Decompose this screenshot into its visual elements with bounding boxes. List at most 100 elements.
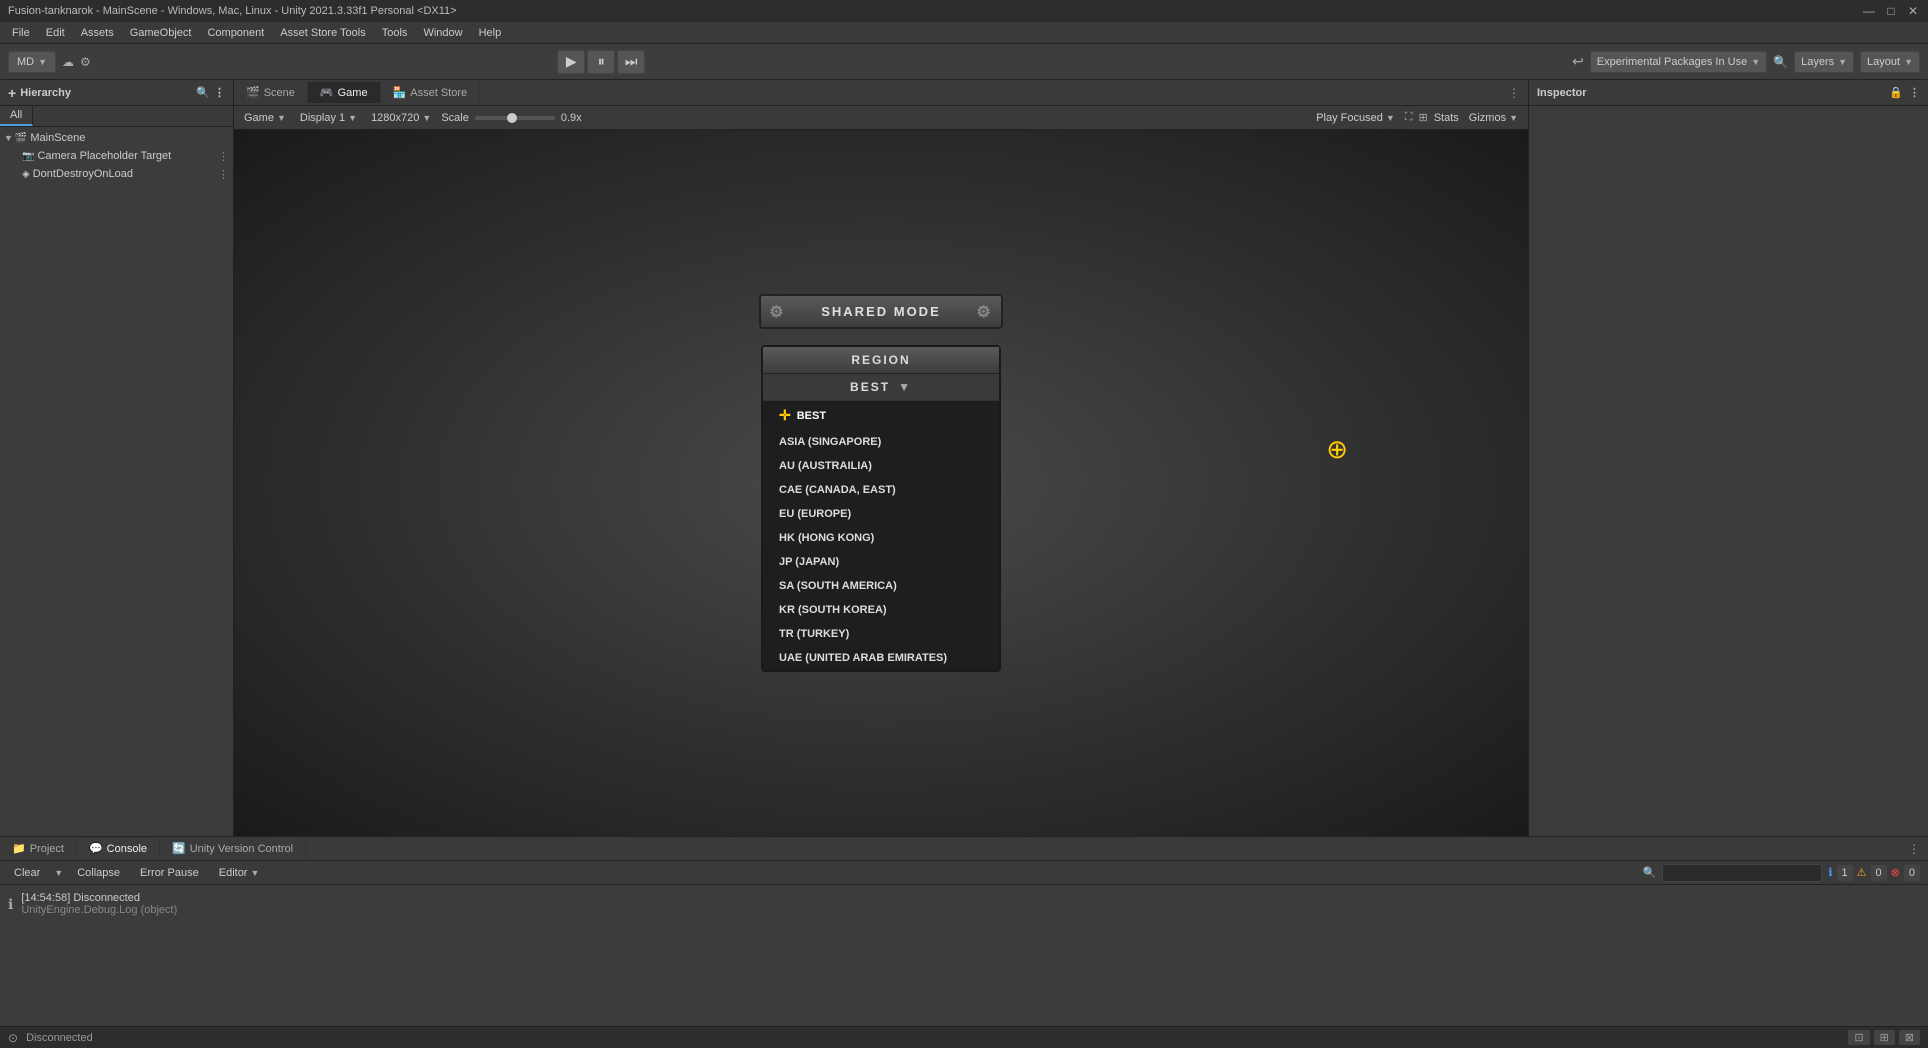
cloud-icon[interactable]: ☁ [62,55,74,69]
layers-label: Layers [1801,56,1834,68]
scale-slider-thumb[interactable] [507,113,517,123]
region-item-tr[interactable]: TR (TURKEY) [763,622,999,646]
menu-assetstore-tools[interactable]: Asset Store Tools [272,25,373,41]
region-item-cae[interactable]: CAE (CANADA, EAST) [763,478,999,502]
menu-edit[interactable]: Edit [38,25,73,41]
editor-label: Editor [219,867,248,879]
layers-arrow: ▼ [1838,57,1847,67]
error-count: 0 [1904,865,1920,881]
status-button-2[interactable]: ⊞ [1874,1030,1895,1045]
inspector-lock-icon[interactable]: 🔒 [1889,86,1903,99]
menu-gameobject[interactable]: GameObject [122,25,200,41]
scale-slider-track[interactable] [475,116,555,120]
tab-project[interactable]: 📁 Project [0,839,77,858]
hierarchy-header: + Hierarchy 🔍 ⋮ [0,80,233,106]
error-icon: ⊗ [1891,866,1900,879]
clear-dropdown-arrow[interactable]: ▼ [54,868,63,878]
view-tabs-more[interactable]: ⋮ [1500,82,1528,104]
hierarchy-item[interactable]: ◈ DontDestroyOnLoad ⋮ [16,165,233,183]
layout-dropdown[interactable]: Layout ▼ [1860,51,1920,73]
menu-window[interactable]: Window [415,25,470,41]
region-item-label: AU (AUSTRAILIA) [779,460,872,472]
menu-tools[interactable]: Tools [374,25,416,41]
display-selector[interactable]: Display 1 ▼ [296,111,361,125]
tab-version-control[interactable]: 🔄 Unity Version Control [160,839,306,858]
menu-help[interactable]: Help [471,25,510,41]
editor-button[interactable]: Editor ▼ [213,866,266,880]
inspector-more-icon[interactable]: ⋮ [1909,86,1920,99]
pause-button[interactable]: ⏸ [587,50,615,74]
display-label: Display 1 [300,112,345,124]
step-button[interactable]: ⏭ [617,50,645,74]
error-pause-button[interactable]: Error Pause [134,866,205,880]
region-item-best[interactable]: ✛ BEST [763,401,999,430]
menu-file[interactable]: File [4,25,38,41]
region-item-label: UAE (UNITED ARAB EMIRATES) [779,652,947,664]
hierarchy-content: ▼ 🎬 MainScene 📷 Camera Placeholder Targe… [0,127,233,836]
collapse-button[interactable]: Collapse [71,866,126,880]
region-item-asia[interactable]: ASIA (SINGAPORE) [763,430,999,454]
game-text: Game [244,112,274,124]
region-selected[interactable]: BEST ▼ [763,374,999,400]
region-item-sa[interactable]: SA (SOUTH AMERICA) [763,574,999,598]
close-button[interactable]: ✕ [1906,4,1920,18]
status-button-1[interactable]: ⊡ [1848,1030,1869,1045]
add-icon[interactable]: + [8,85,16,101]
resolution-selector[interactable]: 1280x720 ▼ [367,111,435,125]
menu-assets[interactable]: Assets [73,25,122,41]
title-text: Fusion-tanknarok - MainScene - Windows, … [8,5,457,17]
search-icon[interactable]: 🔍 [1773,55,1788,69]
editor-arrow: ▼ [251,868,260,878]
region-item-label: HK (HONG KONG) [779,532,874,544]
layers-dropdown[interactable]: Layers ▼ [1794,51,1854,73]
clear-button[interactable]: Clear [8,866,46,880]
hierarchy-item-label: Camera Placeholder Target [37,150,171,162]
scene-tab-icon: 🎬 [246,87,260,99]
hierarchy-tab-all[interactable]: All [0,106,33,126]
menu-bar: File Edit Assets GameObject Component As… [0,22,1928,44]
item-more-icon[interactable]: ⋮ [218,150,229,163]
packages-dropdown[interactable]: Experimental Packages In Use ▼ [1590,51,1767,73]
maximize-button[interactable]: □ [1884,4,1898,18]
settings-icon[interactable]: ⚙ [80,55,91,69]
game-area: 🎬Scene 🎮Game 🏪Asset Store ⋮ Game ▼ Displ… [234,80,1528,836]
layout-label: Layout [1867,56,1900,68]
undo-icon[interactable]: ↩ [1572,53,1584,70]
scale-value: 0.9x [561,112,582,124]
region-item-uae[interactable]: UAE (UNITED ARAB EMIRATES) [763,646,999,670]
menu-component[interactable]: Component [199,25,272,41]
scale-control: Scale 0.9x [441,112,581,124]
tab-console[interactable]: 💬 Console [77,839,160,858]
region-item-hk[interactable]: HK (HONG KONG) [763,526,999,550]
gizmos-button[interactable]: Gizmos ▼ [1465,111,1522,125]
console-toolbar: Clear ▼ Collapse Error Pause Editor ▼ 🔍 … [0,861,1928,885]
hierarchy-item[interactable]: ▼ 🎬 MainScene [0,129,233,147]
tab-game[interactable]: 🎮Game [308,82,381,103]
inspector-title: Inspector [1537,87,1587,99]
status-button-3[interactable]: ⊠ [1899,1030,1920,1045]
hierarchy-item[interactable]: 📷 Camera Placeholder Target ⋮ [16,147,233,165]
region-item-au[interactable]: AU (AUSTRAILIA) [763,454,999,478]
region-item-jp[interactable]: JP (JAPAN) [763,550,999,574]
console-search-input[interactable] [1662,864,1822,882]
region-item-kr[interactable]: KR (SOUTH KOREA) [763,598,999,622]
stats-label[interactable]: Stats [1434,112,1459,124]
hierarchy-more-icon[interactable]: ⋮ [214,86,225,99]
profile-button[interactable]: MD ▼ [8,51,56,73]
bottom-tabs-more[interactable]: ⋮ [1900,839,1928,859]
tab-scene[interactable]: 🎬Scene [234,82,308,103]
resolution-label: 1280x720 [371,112,419,124]
play-focused-button[interactable]: Play Focused ▼ [1312,111,1399,125]
minimize-button[interactable]: — [1862,4,1876,18]
gameobject-icon: ◈ [22,169,30,180]
shared-mode-button[interactable]: SHARED MODE [759,294,1003,329]
region-item-eu[interactable]: EU (EUROPE) [763,502,999,526]
aspect-icon[interactable]: ⊞ [1419,111,1428,124]
play-button[interactable]: ▶ [557,50,585,74]
fullscreen-icon[interactable]: ⛶ [1405,111,1413,124]
hierarchy-search-icon[interactable]: 🔍 [196,86,210,99]
item-more-icon[interactable]: ⋮ [218,168,229,181]
tab-assetstore[interactable]: 🏪Asset Store [381,82,481,103]
console-log-item[interactable]: ℹ [14:54:58] Disconnected UnityEngine.De… [0,889,1928,919]
region-container: REGION BEST ▼ ✛ BEST ASIA [761,345,1001,672]
